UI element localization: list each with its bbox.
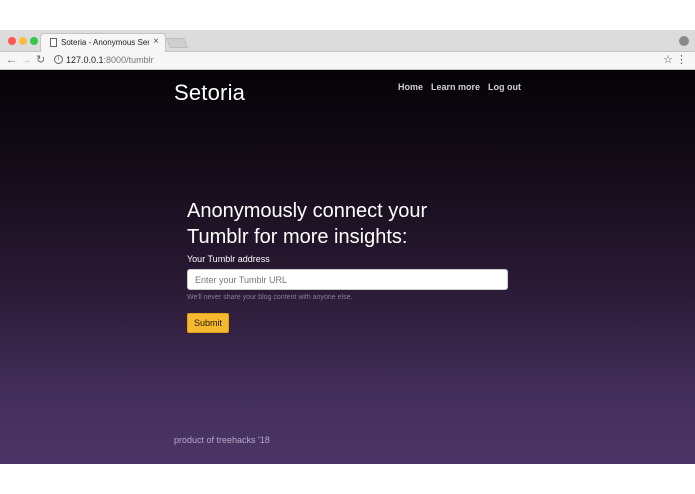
submit-button[interactable]: Submit — [187, 313, 229, 333]
browser-tab[interactable]: Soteria - Anonymous Sentime × — [40, 33, 166, 52]
star-icon[interactable]: ☆ — [663, 53, 673, 66]
address-bar[interactable]: 127.0.0.1:8000/tumblr — [66, 54, 154, 66]
close-tab-icon[interactable]: × — [153, 36, 159, 47]
url-host: 127.0.0.1 — [66, 55, 104, 65]
close-window-button[interactable] — [8, 37, 16, 45]
more-icon[interactable]: ⋮ — [676, 53, 687, 66]
nav-home[interactable]: Home — [398, 82, 423, 92]
page-heading: Anonymously connect your Tumblr for more… — [187, 200, 428, 248]
reload-icon[interactable]: ↻ — [36, 53, 45, 67]
footer-text: product of treehacks '18 — [174, 435, 270, 445]
minimize-window-button[interactable] — [19, 37, 27, 45]
url-path: :8000/tumblr — [103, 55, 154, 65]
info-icon[interactable]: i — [54, 55, 63, 64]
tumblr-url-input[interactable] — [187, 269, 508, 290]
document-icon — [50, 38, 57, 47]
tumblr-address-label: Your Tumblr address — [187, 254, 270, 264]
forward-icon[interactable]: → — [21, 53, 32, 67]
main-nav: Home Learn more Log out — [398, 82, 521, 92]
profile-icon[interactable] — [679, 36, 689, 46]
nav-learn-more[interactable]: Learn more — [431, 82, 480, 92]
nav-log-out[interactable]: Log out — [488, 82, 521, 92]
tab-title: Soteria - Anonymous Sentime — [61, 38, 149, 47]
screenshot-frame: Soteria - Anonymous Sentime × ← → ↻ i 12… — [0, 0, 695, 494]
page-content: Setoria Home Learn more Log out Anonymou… — [0, 70, 695, 464]
new-tab-button[interactable] — [166, 38, 188, 48]
maximize-window-button[interactable] — [30, 37, 38, 45]
privacy-help-text: We'll never share your blog content with… — [187, 294, 353, 301]
back-icon[interactable]: ← — [6, 53, 17, 67]
brand-logo[interactable]: Setoria — [174, 80, 245, 106]
